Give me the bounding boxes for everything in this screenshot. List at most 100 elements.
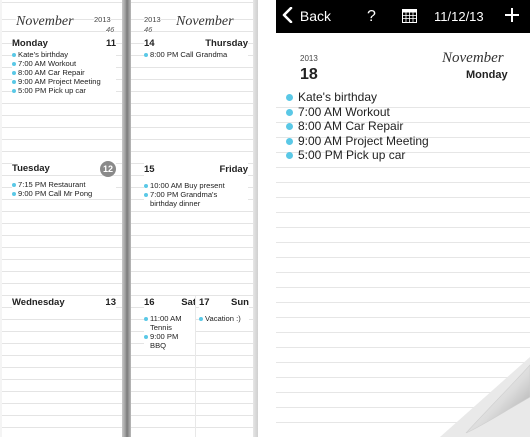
event-item[interactable]: Kate's birthday bbox=[12, 50, 116, 59]
day-header-monday: Monday 11 bbox=[12, 37, 116, 50]
event-item[interactable]: Kate's birthday bbox=[286, 90, 486, 105]
event-item-continued: birthday dinner bbox=[144, 199, 248, 208]
week-number-left: 46 bbox=[106, 25, 115, 34]
day-block-monday[interactable]: Monday 11 Kate's birthday 7:00 AM Workou… bbox=[12, 37, 116, 95]
event-dot-icon bbox=[286, 108, 293, 116]
calendar-button[interactable] bbox=[402, 0, 417, 33]
event-item[interactable]: Vacation :) bbox=[199, 314, 249, 323]
event-item[interactable]: 7:15 PM Restaurant bbox=[12, 180, 116, 189]
add-button[interactable] bbox=[504, 0, 520, 33]
day-name: Monday bbox=[12, 38, 48, 49]
week-left-page: November 2013 46 Monday 11 Kate's birthd… bbox=[2, 0, 122, 437]
month-title-right: November bbox=[176, 14, 234, 30]
day-number: 14 bbox=[144, 38, 155, 49]
event-text: 11:00 AM bbox=[150, 314, 182, 323]
today-badge: 12 bbox=[100, 161, 116, 177]
day-header-tuesday: Tuesday 12 bbox=[12, 161, 116, 177]
day-header-friday: 15 Friday bbox=[144, 163, 248, 176]
event-text: 8:00 AM Car Repair bbox=[18, 68, 85, 77]
day-block-tuesday[interactable]: Tuesday 12 7:15 PM Restaurant 9:00 PM Ca… bbox=[12, 161, 116, 198]
event-text: Tennis bbox=[150, 323, 172, 332]
week-right-page: 2013 46 November 14 Thursday 8:00 PM Cal… bbox=[131, 0, 253, 437]
day-name: Wednesday bbox=[12, 297, 65, 308]
day-block-thursday[interactable]: 14 Thursday 8:00 PM Call Grandma bbox=[144, 37, 248, 59]
event-text: 9:00 PM bbox=[150, 332, 179, 341]
day-name-large: Monday bbox=[466, 69, 508, 81]
event-item[interactable]: 8:00 PM Call Grandma bbox=[144, 50, 248, 59]
day-header-saturday: 16 Sat bbox=[144, 296, 196, 309]
event-item[interactable]: 7:00 AM Workout bbox=[286, 105, 486, 120]
day-header-thursday: 14 Thursday bbox=[144, 37, 248, 50]
event-dot-icon bbox=[144, 52, 148, 57]
plus-icon bbox=[505, 8, 519, 22]
event-text: 9:00 AM Project Meeting bbox=[18, 77, 101, 86]
event-item[interactable]: 9:00 AM Project Meeting bbox=[12, 77, 116, 86]
day-name: Thursday bbox=[205, 38, 248, 49]
day-number: 13 bbox=[105, 297, 116, 308]
event-item[interactable]: 5:00 PM Pick up car bbox=[12, 86, 116, 95]
help-button[interactable]: ? bbox=[367, 0, 376, 33]
day-block-sunday[interactable]: 17 Sun Vacation :) bbox=[199, 296, 249, 323]
page-edge bbox=[253, 0, 258, 437]
day-block-saturday[interactable]: 16 Sat 11:00 AM Tennis 9:00 PM BBQ bbox=[144, 296, 196, 350]
event-text: birthday dinner bbox=[150, 199, 201, 208]
calendar-grid-icon bbox=[402, 9, 417, 23]
back-label: Back bbox=[299, 8, 332, 24]
month-title-left: November bbox=[16, 14, 74, 30]
event-dot-icon bbox=[144, 334, 148, 339]
event-text: 7:00 AM Workout bbox=[18, 59, 77, 68]
day-name: Sun bbox=[231, 297, 249, 308]
event-dot-icon bbox=[12, 182, 16, 187]
event-item[interactable]: 7:00 PM Grandma's bbox=[144, 190, 248, 199]
year-label-left: 2013 bbox=[94, 15, 111, 24]
event-item[interactable]: 11:00 AM bbox=[144, 314, 196, 323]
day-page: 2013 November 18 Monday Kate's birthday … bbox=[276, 33, 530, 437]
day-header-wednesday: Wednesday 13 bbox=[12, 296, 116, 309]
event-item[interactable]: 9:00 PM bbox=[144, 332, 196, 341]
day-view-screen: Back ? 11/12/13 2013 November 18 Monday … bbox=[276, 0, 530, 437]
question-icon: ? bbox=[367, 8, 376, 25]
day-name: Friday bbox=[219, 164, 248, 175]
event-item[interactable]: 8:00 AM Car Repair bbox=[12, 68, 116, 77]
event-text: 5:00 PM Pick up car bbox=[18, 86, 86, 95]
event-dot-icon bbox=[12, 52, 16, 57]
event-item[interactable]: 7:00 AM Workout bbox=[12, 59, 116, 68]
week-number-right: 46 bbox=[144, 25, 153, 34]
week-spread: November 2013 46 Monday 11 Kate's birthd… bbox=[0, 0, 258, 437]
event-dot-icon bbox=[286, 123, 293, 131]
date-display[interactable]: 11/12/13 bbox=[434, 0, 484, 33]
day-block-friday[interactable]: 15 Friday 10:00 AM Buy present 7:00 PM G… bbox=[144, 163, 248, 208]
event-dot-icon bbox=[12, 88, 16, 93]
day-number: 15 bbox=[144, 164, 155, 175]
event-dot-icon bbox=[286, 152, 293, 160]
event-text: 7:00 AM Workout bbox=[298, 104, 390, 119]
event-dot-icon bbox=[286, 94, 293, 101]
event-item[interactable]: 9:00 AM Project Meeting bbox=[286, 134, 486, 149]
day-number: 17 bbox=[199, 297, 210, 308]
event-dot-icon bbox=[12, 70, 16, 75]
event-text: BBQ bbox=[150, 341, 167, 350]
event-item[interactable]: 9:00 PM Call Mr Pong bbox=[12, 189, 116, 198]
event-item-continued: BBQ bbox=[144, 341, 196, 350]
event-dot-icon bbox=[12, 191, 16, 196]
day-block-wednesday[interactable]: Wednesday 13 bbox=[12, 296, 116, 309]
event-text: 10:00 AM Buy present bbox=[150, 181, 225, 190]
page-curl-icon[interactable] bbox=[440, 357, 530, 437]
event-text: Vacation :) bbox=[205, 314, 241, 323]
chevron-left-icon bbox=[282, 6, 293, 24]
event-item[interactable]: 8:00 AM Car Repair bbox=[286, 119, 486, 134]
book-spine bbox=[122, 0, 131, 437]
year-label-right: 2013 bbox=[144, 15, 161, 24]
day-number: 11 bbox=[105, 38, 116, 49]
event-dot-icon bbox=[144, 316, 148, 321]
back-button[interactable]: Back bbox=[282, 0, 331, 33]
day-header-sunday: 17 Sun bbox=[199, 296, 249, 309]
day-name: Tuesday bbox=[12, 163, 50, 174]
event-text: 9:00 AM Project Meeting bbox=[298, 133, 429, 148]
event-text: 8:00 AM Car Repair bbox=[298, 119, 404, 134]
event-text: 9:00 PM Call Mr Pong bbox=[18, 189, 93, 198]
day-name: Sat bbox=[181, 297, 196, 308]
event-item[interactable]: 5:00 PM Pick up car bbox=[286, 148, 486, 163]
day-month: November bbox=[442, 50, 504, 66]
event-item[interactable]: 10:00 AM Buy present bbox=[144, 181, 248, 190]
